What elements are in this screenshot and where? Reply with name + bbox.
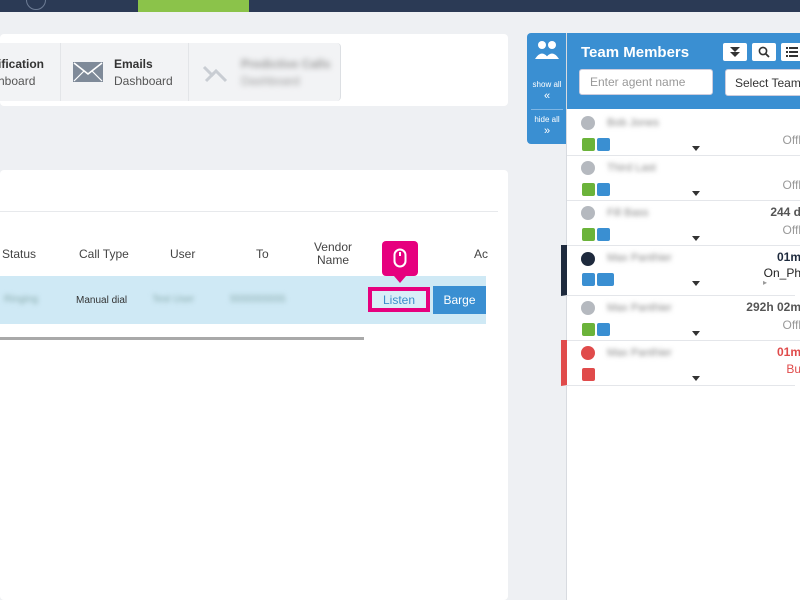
user-avatar-icon — [581, 206, 595, 220]
member-status: On_Ph — [763, 266, 800, 280]
emails-dashboard-tile[interactable]: Emails Dashboard — [61, 43, 189, 101]
user-avatar-icon — [581, 301, 595, 315]
show-all-arrow-icon[interactable]: « — [527, 90, 567, 102]
column-header-user[interactable]: User — [170, 247, 195, 261]
team-member-row[interactable]: Max Panthier 01m On_Ph ▸ — [561, 245, 800, 296]
click-indicator — [382, 241, 418, 283]
barge-button[interactable]: Barge — [433, 286, 486, 314]
member-status: Bu — [786, 362, 800, 376]
column-header-actions: Ac — [474, 247, 489, 261]
top-nav-bar — [0, 0, 800, 12]
chevron-right-icon[interactable]: ▸ — [763, 278, 767, 287]
listen-button[interactable]: Listen — [368, 287, 430, 312]
member-status: Offl — [782, 223, 800, 237]
chat-icon — [597, 138, 610, 151]
cell-call-type: Manual dial — [76, 295, 128, 306]
expand-caret-icon[interactable] — [692, 191, 700, 196]
column-header-vendor-name[interactable]: Vendor Name — [308, 241, 358, 267]
user-avatar-icon — [581, 252, 595, 266]
member-name: Max Panthier — [607, 302, 672, 314]
column-header-to[interactable]: To — [256, 247, 269, 261]
list-view-button[interactable] — [781, 43, 800, 61]
search-button[interactable] — [752, 43, 776, 61]
search-icon — [758, 46, 770, 58]
column-header-call-type[interactable]: Call Type — [79, 247, 129, 261]
panel-divider — [0, 211, 498, 212]
cell-to: 5555555555 — [230, 294, 286, 305]
mouse-icon — [393, 248, 407, 268]
chat-icon — [597, 183, 610, 196]
envelope-icon — [73, 62, 103, 82]
team-member-row[interactable]: Max Panthier 01m Bu — [561, 340, 800, 386]
logout-icon — [582, 368, 595, 381]
user-avatar-icon — [581, 161, 595, 175]
active-nav-indicator — [138, 0, 249, 12]
team-panel-header: Team Members Enter agent name Select Tea… — [567, 33, 800, 109]
emails-dashboard-subtitle: Dashboard — [114, 74, 173, 88]
predictive-dashboard-tile[interactable]: Predictive Calls Dashboard — [189, 43, 341, 101]
predictive-dashboard-title: Predictive Calls — [241, 57, 331, 71]
chat-icon — [582, 273, 595, 286]
dashboard-switcher: ification hboard Emails Dashboard Predic… — [0, 34, 508, 106]
list-icon — [786, 47, 798, 57]
expand-caret-icon[interactable] — [692, 376, 700, 381]
agent-search-input[interactable]: Enter agent name — [579, 69, 713, 95]
team-member-row[interactable]: Fill Bass 244 d Offl — [567, 200, 800, 246]
cell-status: Ringing — [4, 294, 38, 305]
hide-all-label[interactable]: hide all — [527, 115, 567, 124]
show-all-label[interactable]: show all — [527, 80, 567, 89]
select-teams-dropdown[interactable]: Select Teams — [725, 69, 800, 96]
member-name: Fill Bass — [607, 207, 649, 219]
expand-caret-icon[interactable] — [692, 236, 700, 241]
cell-user: Test User — [152, 294, 195, 305]
member-name: Max Panthier — [607, 347, 672, 359]
live-calls-panel — [0, 170, 508, 600]
notifications-dashboard-subtitle: hboard — [0, 74, 36, 88]
team-member-row[interactable]: Bob Jones Offl — [567, 110, 800, 156]
team-members-panel: Team Members Enter agent name Select Tea… — [561, 33, 800, 600]
team-icon — [535, 41, 559, 59]
user-avatar-icon — [581, 346, 595, 360]
chat-icon — [597, 228, 610, 241]
double-chevron-down-icon — [730, 47, 740, 57]
expand-caret-icon[interactable] — [692, 146, 700, 151]
member-duration: 01m — [776, 250, 800, 264]
member-duration: 292h 02m — [746, 300, 800, 314]
chat-icon — [597, 323, 610, 336]
phone-icon — [582, 138, 595, 151]
team-side-strip: show all « hide all » — [527, 33, 567, 144]
emails-dashboard-title: Emails — [114, 57, 153, 71]
notifications-dashboard-title: ification — [0, 57, 45, 71]
member-duration: 244 d — [770, 205, 800, 219]
listen-ear-icon — [597, 273, 614, 286]
user-circle-icon[interactable] — [26, 0, 46, 10]
expand-caret-icon[interactable] — [692, 331, 700, 336]
hide-all-arrow-icon[interactable]: » — [527, 125, 567, 137]
notifications-dashboard-tile[interactable]: ification hboard — [0, 43, 61, 101]
member-duration: 01m — [776, 345, 800, 359]
member-status: Offl — [782, 133, 800, 147]
team-panel-title: Team Members — [581, 44, 690, 61]
collapse-button[interactable] — [723, 43, 747, 61]
strip-divider — [531, 109, 563, 110]
team-member-row[interactable]: Max Panthier 292h 02m Offl — [567, 295, 800, 341]
user-avatar-icon — [581, 116, 595, 130]
column-header-status[interactable]: Status — [2, 247, 36, 261]
phone-icon — [582, 228, 595, 241]
predictive-calls-icon — [202, 65, 228, 83]
horizontal-scrollbar[interactable] — [0, 337, 364, 340]
member-name: Max Panthier — [607, 252, 672, 264]
phone-icon — [582, 183, 595, 196]
expand-caret-icon[interactable] — [692, 281, 700, 286]
member-status: Offl — [782, 318, 800, 332]
member-status: Offl — [782, 178, 800, 192]
team-member-row[interactable]: Third Last Offl — [567, 155, 800, 201]
member-name: Bob Jones — [607, 117, 659, 129]
member-name: Third Last — [607, 162, 656, 174]
predictive-dashboard-subtitle: Dashboard — [241, 74, 300, 88]
phone-icon — [582, 323, 595, 336]
